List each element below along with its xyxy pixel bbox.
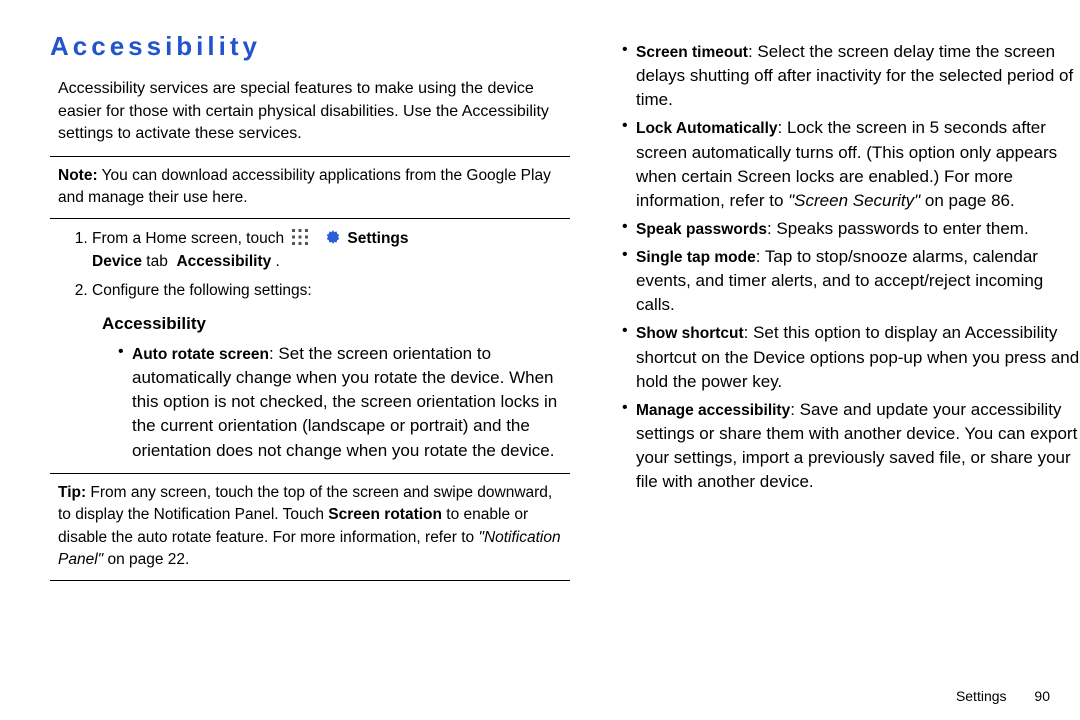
- lock-auto-body-b: on page 86.: [920, 191, 1015, 210]
- left-column: Accessibility Accessibility services are…: [50, 28, 570, 589]
- step1-access: Accessibility: [176, 253, 271, 270]
- right-bullet-list: Screen timeout: Select the screen delay …: [622, 38, 1080, 496]
- bullet-lock-automatically: Lock Automatically: Lock the screen in 5…: [622, 114, 1080, 215]
- footer-page-number: 90: [1034, 688, 1050, 704]
- apps-grid-icon: [292, 229, 308, 245]
- tip-block: Tip: From any screen, touch the top of t…: [58, 482, 562, 572]
- manage-access-lead: Manage accessibility: [636, 402, 790, 419]
- settings-gear-icon: [325, 230, 341, 246]
- step-2: Configure the following settings:: [92, 279, 570, 302]
- auto-rotate-lead: Auto rotate screen: [132, 346, 269, 363]
- bullet-single-tap-mode: Single tap mode: Tap to stop/snooze alar…: [622, 243, 1080, 319]
- divider-before-tip: [50, 473, 570, 474]
- step-1: From a Home screen, touch: [92, 227, 570, 274]
- page-title: Accessibility: [50, 28, 570, 64]
- step1-text-a: From a Home screen, touch: [92, 230, 288, 247]
- footer-section-label: Settings: [956, 688, 1007, 704]
- subheading-accessibility: Accessibility: [102, 312, 570, 336]
- bullet-manage-accessibility: Manage accessibility: Save and update yo…: [622, 396, 1080, 497]
- two-column-layout: Accessibility Accessibility services are…: [50, 28, 1080, 589]
- tip-label: Tip:: [58, 484, 86, 501]
- screen-timeout-lead: Screen timeout: [636, 44, 748, 61]
- right-column: Screen timeout: Select the screen delay …: [598, 28, 1080, 589]
- divider-after-note: [50, 218, 570, 219]
- bullet-show-shortcut: Show shortcut: Set this option to displa…: [622, 319, 1080, 395]
- tip-ref-page: on page 22.: [103, 551, 189, 568]
- single-tap-lead: Single tap mode: [636, 249, 756, 266]
- note-label: Note:: [58, 167, 98, 184]
- step1-settings: Settings: [347, 230, 408, 247]
- lock-auto-ref: "Screen Security": [788, 191, 920, 210]
- intro-paragraph: Accessibility services are special featu…: [58, 78, 562, 145]
- speak-passwords-body: : Speaks passwords to enter them.: [767, 219, 1029, 238]
- step1-tab: tab: [142, 253, 172, 270]
- left-bullet-list: Auto rotate screen: Set the screen orien…: [118, 340, 570, 465]
- lock-auto-lead: Lock Automatically: [636, 120, 778, 137]
- speak-passwords-lead: Speak passwords: [636, 221, 767, 238]
- divider-after-tip: [50, 580, 570, 581]
- tip-screen-rotation: Screen rotation: [328, 506, 442, 523]
- step1-end: .: [271, 253, 280, 270]
- bullet-speak-passwords: Speak passwords: Speaks passwords to ent…: [622, 215, 1080, 243]
- step1-device: Device: [92, 253, 142, 270]
- manual-page: Accessibility Accessibility services are…: [0, 0, 1080, 720]
- note-body: You can download accessibility applicati…: [58, 167, 551, 206]
- bullet-auto-rotate: Auto rotate screen: Set the screen orien…: [118, 340, 570, 465]
- note-block: Note: You can download accessibility app…: [58, 165, 562, 210]
- bullet-screen-timeout: Screen timeout: Select the screen delay …: [622, 38, 1080, 114]
- show-shortcut-lead: Show shortcut: [636, 325, 744, 342]
- divider-top: [50, 156, 570, 157]
- steps-list: From a Home screen, touch: [78, 227, 570, 303]
- page-footer: Settings 90: [956, 688, 1050, 704]
